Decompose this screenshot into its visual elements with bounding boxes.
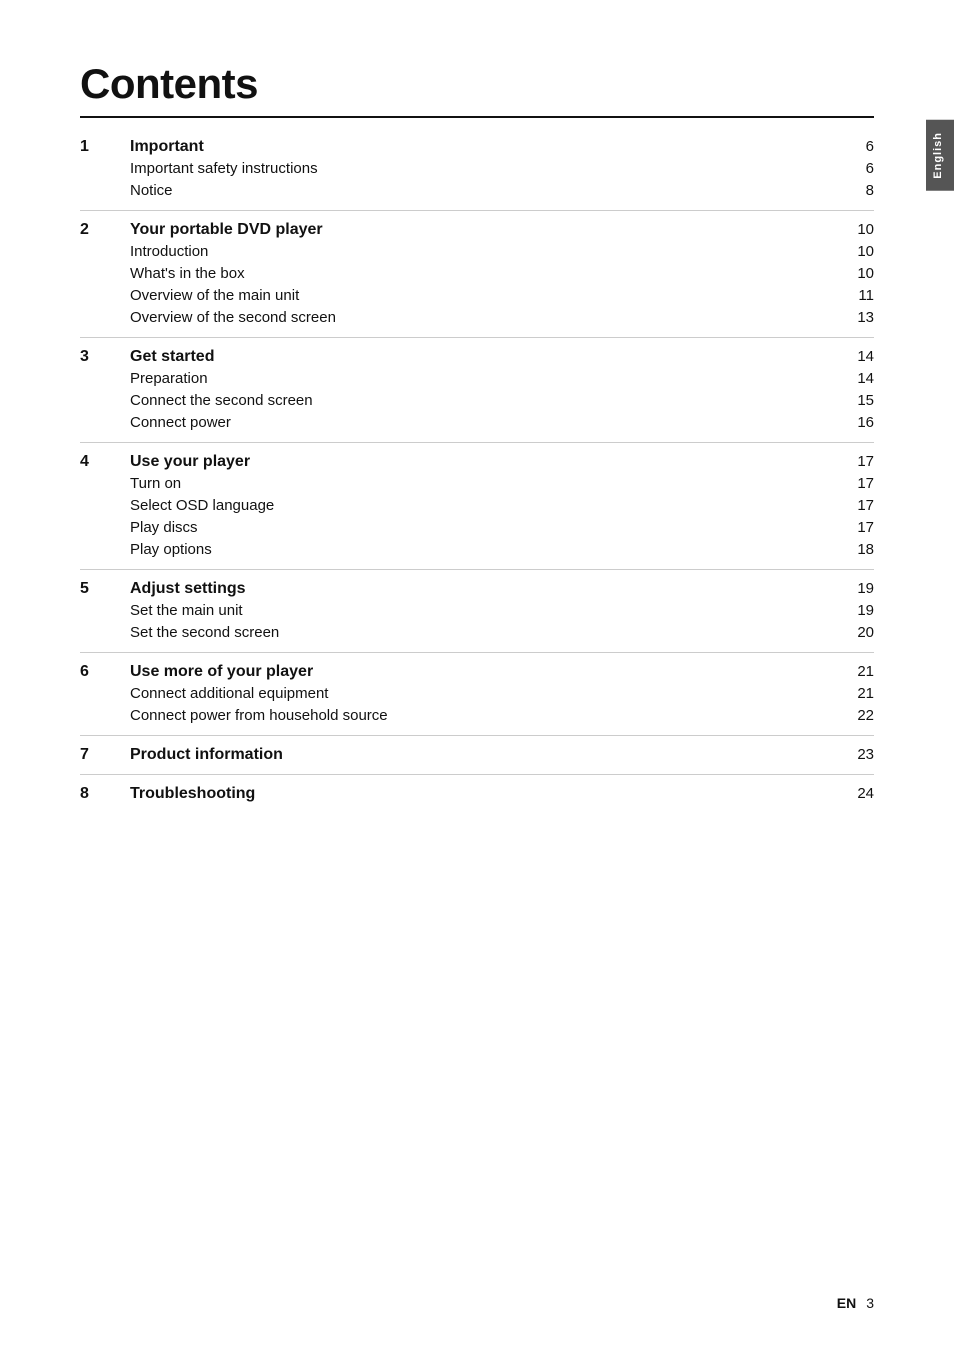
subsection-page: 19 [834,600,874,622]
subsection-row: Overview of the main unit 11 [80,285,874,307]
section-num: 8 [80,779,130,805]
section-title-cell: Get started [130,342,834,368]
section-page: 6 [834,132,874,158]
subsection-title-cell: Set the main unit [130,600,834,622]
section-title-cell: Important [130,132,834,158]
page-title: Contents [80,60,874,108]
section-row: 1 Important 6 [80,132,874,158]
subsection-page: 20 [834,622,874,644]
subsection-title-cell: What's in the box [130,263,834,285]
subsection-page: 10 [834,263,874,285]
subsection-row: Introduction 10 [80,241,874,263]
subsection-title-cell: Overview of the second screen [130,307,834,329]
subsection-page: 10 [834,241,874,263]
subsection-page: 6 [834,158,874,180]
section-num: 6 [80,657,130,683]
side-tab-label: English [932,132,944,179]
subsection-row: Set the second screen 20 [80,622,874,644]
subsection-title-cell: Play options [130,539,834,561]
section-num: 3 [80,342,130,368]
subsection-page: 11 [834,285,874,307]
subsection-page: 14 [834,368,874,390]
section-title-cell: Your portable DVD player [130,215,834,241]
subsection-title-cell: Connect power from household source [130,705,834,727]
section-row: 8 Troubleshooting 24 [80,779,874,805]
subsection-page: 22 [834,705,874,727]
page-container: English Contents 1 Important 6 Important… [0,0,954,1351]
section-title-cell: Use more of your player [130,657,834,683]
subsection-title-cell: Play discs [130,517,834,539]
subsection-page: 18 [834,539,874,561]
subsection-title-cell: Preparation [130,368,834,390]
side-tab: English [926,120,954,191]
subsection-row: Overview of the second screen 13 [80,307,874,329]
subsection-row: Connect the second screen 15 [80,390,874,412]
section-row: 2 Your portable DVD player 10 [80,215,874,241]
section-page: 14 [834,342,874,368]
subsection-title-cell: Set the second screen [130,622,834,644]
section-page: 23 [834,740,874,766]
subsection-row: Play options 18 [80,539,874,561]
subsection-row: Connect additional equipment 21 [80,683,874,705]
section-page: 21 [834,657,874,683]
subsection-title-cell: Notice [130,180,834,202]
section-page: 10 [834,215,874,241]
section-row: 7 Product information 23 [80,740,874,766]
subsection-row: Important safety instructions 6 [80,158,874,180]
section-title-cell: Adjust settings [130,574,834,600]
subsection-title-cell: Introduction [130,241,834,263]
subsection-row: Set the main unit 19 [80,600,874,622]
subsection-row: What's in the box 10 [80,263,874,285]
subsection-title-cell: Important safety instructions [130,158,834,180]
subsection-page: 17 [834,495,874,517]
section-page: 17 [834,447,874,473]
subsection-title-cell: Overview of the main unit [130,285,834,307]
footer-pagenum: 3 [866,1295,874,1311]
subsection-title-cell: Select OSD language [130,495,834,517]
subsection-page: 16 [834,412,874,434]
section-row: 4 Use your player 17 [80,447,874,473]
subsection-title-cell: Connect power [130,412,834,434]
section-num: 1 [80,132,130,158]
section-title-cell: Product information [130,740,834,766]
section-title-cell: Use your player [130,447,834,473]
subsection-row: Preparation 14 [80,368,874,390]
subsection-title-cell: Turn on [130,473,834,495]
footer: EN 3 [837,1295,874,1311]
section-row: 6 Use more of your player 21 [80,657,874,683]
section-page: 24 [834,779,874,805]
subsection-row: Select OSD language 17 [80,495,874,517]
subsection-page: 21 [834,683,874,705]
footer-lang: EN [837,1295,856,1311]
subsection-page: 17 [834,517,874,539]
section-title-cell: Troubleshooting [130,779,834,805]
subsection-row: Connect power 16 [80,412,874,434]
subsection-row: Play discs 17 [80,517,874,539]
subsection-page: 13 [834,307,874,329]
toc-table: 1 Important 6 Important safety instructi… [80,118,874,813]
subsection-row: Notice 8 [80,180,874,202]
subsection-page: 15 [834,390,874,412]
section-num: 7 [80,740,130,766]
section-num: 5 [80,574,130,600]
section-row: 3 Get started 14 [80,342,874,368]
subsection-title-cell: Connect the second screen [130,390,834,412]
section-row: 5 Adjust settings 19 [80,574,874,600]
subsection-row: Turn on 17 [80,473,874,495]
subsection-row: Connect power from household source 22 [80,705,874,727]
section-page: 19 [834,574,874,600]
subsection-page: 8 [834,180,874,202]
section-num: 2 [80,215,130,241]
subsection-title-cell: Connect additional equipment [130,683,834,705]
subsection-page: 17 [834,473,874,495]
section-num: 4 [80,447,130,473]
